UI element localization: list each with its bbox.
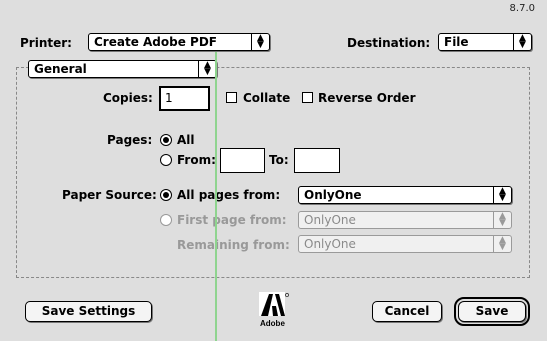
all-pages-value: OnlyOne bbox=[304, 188, 362, 202]
pages-all-label: All bbox=[177, 133, 195, 147]
remaining-value: OnlyOne bbox=[304, 237, 356, 251]
destination-value: File bbox=[444, 35, 469, 49]
popup-arrows-icon: ▲ ▼ bbox=[493, 236, 511, 252]
adobe-wordmark: Adobe bbox=[260, 319, 285, 328]
panel-value: General bbox=[34, 62, 87, 76]
paper-source-label: Paper Source: bbox=[62, 188, 157, 202]
pages-from-label: From: bbox=[177, 153, 216, 167]
adobe-logo-icon: Adobe bbox=[259, 292, 289, 328]
popup-arrows-icon: ▲ ▼ bbox=[493, 187, 511, 203]
popup-arrows-icon: ▲ ▼ bbox=[198, 61, 216, 77]
reverse-order-checkbox[interactable] bbox=[302, 92, 313, 103]
adobe-logo: Adobe bbox=[259, 292, 289, 328]
popup-arrows-icon: ▲ ▼ bbox=[493, 212, 511, 228]
version-label: 8.7.0 bbox=[509, 3, 535, 14]
collate-label: Collate bbox=[243, 91, 291, 105]
all-pages-radio[interactable] bbox=[160, 189, 172, 201]
printer-value: Create Adobe PDF bbox=[94, 35, 217, 49]
pages-all-radio[interactable] bbox=[160, 134, 172, 146]
first-page-value: OnlyOne bbox=[304, 213, 356, 227]
destination-label: Destination: bbox=[347, 36, 431, 50]
panel-popup[interactable]: General ▲ ▼ bbox=[28, 60, 217, 78]
remaining-label: Remaining from: bbox=[177, 238, 290, 252]
first-page-label: First page from: bbox=[177, 213, 287, 227]
pages-from-radio[interactable] bbox=[160, 154, 172, 166]
pages-to-label: To: bbox=[269, 153, 289, 167]
all-pages-label: All pages from: bbox=[177, 188, 281, 202]
popup-arrows-icon: ▲ ▼ bbox=[251, 34, 269, 50]
first-page-popup[interactable]: OnlyOne ▲ ▼ bbox=[298, 211, 512, 229]
reverse-order-label: Reverse Order bbox=[318, 91, 416, 105]
printer-label: Printer: bbox=[20, 36, 72, 50]
printer-popup[interactable]: Create Adobe PDF ▲ ▼ bbox=[88, 33, 270, 51]
pages-to-field[interactable] bbox=[294, 148, 340, 173]
save-button[interactable]: Save bbox=[454, 297, 530, 326]
popup-arrows-icon: ▲ ▼ bbox=[513, 34, 531, 50]
copies-field[interactable]: 1 bbox=[159, 86, 210, 111]
save-settings-button[interactable]: Save Settings bbox=[25, 301, 152, 322]
cancel-button[interactable]: Cancel bbox=[372, 301, 442, 322]
destination-popup[interactable]: File ▲ ▼ bbox=[438, 33, 532, 51]
remaining-popup[interactable]: OnlyOne ▲ ▼ bbox=[298, 235, 512, 253]
first-page-radio[interactable] bbox=[160, 214, 172, 226]
guide-line bbox=[215, 52, 217, 341]
all-pages-popup[interactable]: OnlyOne ▲ ▼ bbox=[298, 186, 512, 204]
copies-value: 1 bbox=[165, 91, 173, 105]
pages-from-field[interactable] bbox=[220, 148, 265, 173]
copies-label: Copies: bbox=[103, 91, 153, 105]
collate-checkbox[interactable] bbox=[226, 92, 237, 103]
pages-label: Pages: bbox=[107, 133, 153, 147]
